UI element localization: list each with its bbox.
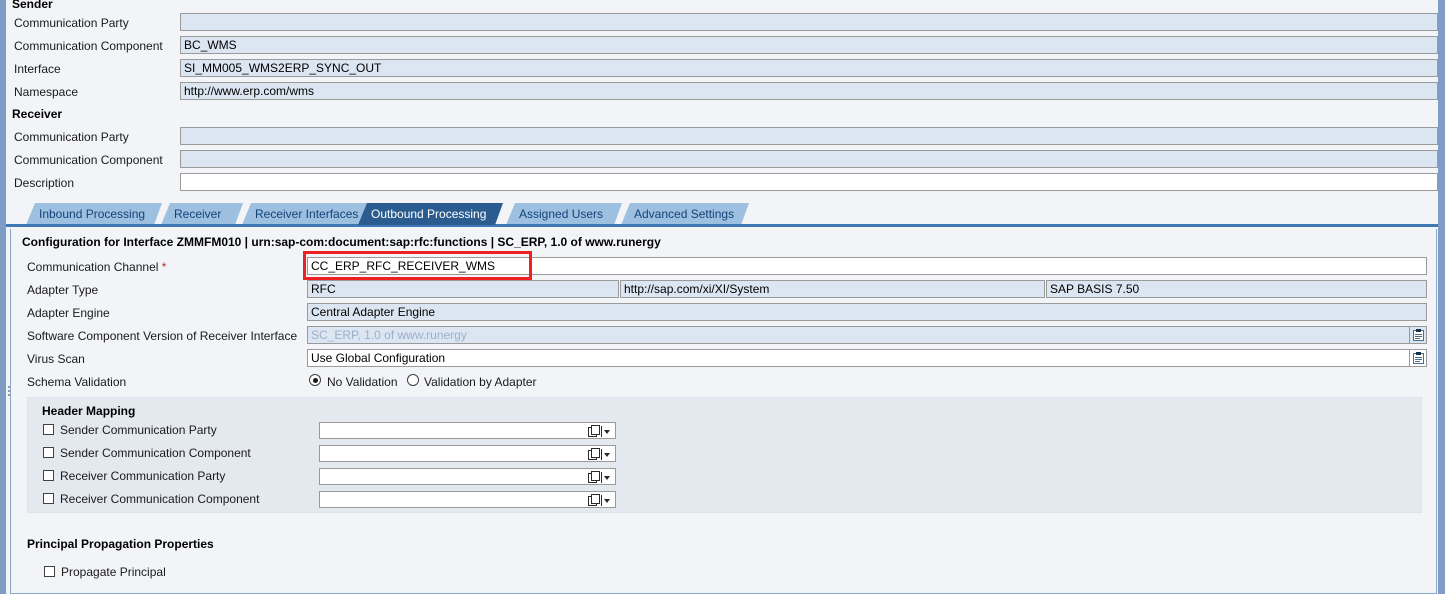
checkbox-sender-communication-component-label: Sender Communication Component xyxy=(60,446,251,460)
radio-no-validation-label: No Validation xyxy=(327,375,398,389)
sender-communication-component-field[interactable]: BC_WMS xyxy=(180,36,1438,54)
sender-heading: Sender xyxy=(12,0,53,11)
virus-scan-label: Virus Scan xyxy=(27,352,85,366)
principal-propagation-title: Principal Propagation Properties xyxy=(27,537,214,551)
receiver-communication-party-label: Communication Party xyxy=(14,130,129,144)
tab-inbound-processing[interactable]: Inbound Processing xyxy=(26,203,162,225)
communication-channel-label-text: Communication Channel xyxy=(27,260,159,274)
sender-namespace-label: Namespace xyxy=(14,85,79,99)
receiver-communication-component-label: Communication Component xyxy=(14,153,163,167)
required-marker: * xyxy=(161,260,167,274)
sender-interface-field[interactable]: SI_MM005_WMS2ERP_SYNC_OUT xyxy=(180,59,1438,77)
configuration-title: Configuration for Interface ZMMFM010 | u… xyxy=(22,235,661,249)
receiver-communication-component-field[interactable] xyxy=(180,150,1438,168)
software-component-version-picker-button[interactable] xyxy=(1410,326,1427,344)
sender-communication-party-mapping-field[interactable] xyxy=(319,422,616,439)
adapter-type-namespace-field[interactable]: http://sap.com/xi/XI/System xyxy=(620,280,1045,298)
receiver-communication-party-mapping-field[interactable] xyxy=(319,468,616,485)
sender-communication-component-label: Communication Component xyxy=(14,39,163,53)
radio-no-validation[interactable] xyxy=(309,374,321,386)
sender-communication-party-label: Communication Party xyxy=(14,16,129,30)
clipboard-icon xyxy=(1412,352,1424,364)
checkbox-receiver-communication-component-label: Receiver Communication Component xyxy=(60,492,260,506)
header-mapping-section: Header Mapping Sender Communication Part… xyxy=(27,397,1422,513)
radio-validation-by-adapter-label: Validation by Adapter xyxy=(424,375,537,389)
value-help-icon[interactable] xyxy=(588,425,612,438)
tab-receiver[interactable]: Receiver xyxy=(161,203,243,225)
checkbox-sender-communication-party[interactable] xyxy=(43,424,54,435)
receiver-description-label: Description xyxy=(14,176,75,190)
right-rail xyxy=(1438,0,1445,594)
clipboard-icon xyxy=(1412,329,1424,341)
tab-assigned-users[interactable]: Assigned Users xyxy=(506,203,622,225)
virus-scan-picker-button[interactable] xyxy=(1410,349,1427,367)
adapter-type-swcv-field[interactable]: SAP BASIS 7.50 xyxy=(1046,280,1427,298)
value-help-icon[interactable] xyxy=(588,494,612,507)
adapter-type-label: Adapter Type xyxy=(27,283,99,297)
schema-validation-label: Schema Validation xyxy=(27,375,127,389)
sender-communication-party-field[interactable] xyxy=(180,13,1438,31)
sender-namespace-field[interactable]: http://www.erp.com/wms xyxy=(180,82,1438,100)
software-component-version-field: SC_ERP, 1.0 of www.runergy xyxy=(307,326,1410,344)
receiver-communication-party-field[interactable] xyxy=(180,127,1438,145)
sender-receiver-section: Sender Communication Party Communication… xyxy=(6,0,1438,199)
adapter-type-field[interactable]: RFC xyxy=(307,280,619,298)
tab-outbound-processing[interactable]: Outbound Processing xyxy=(358,203,503,225)
checkbox-receiver-communication-component[interactable] xyxy=(43,493,54,504)
tab-strip: Inbound Processing Receiver Receiver Int… xyxy=(6,199,1438,227)
checkbox-receiver-communication-party-label: Receiver Communication Party xyxy=(60,469,226,483)
receiver-communication-component-mapping-field[interactable] xyxy=(319,491,616,508)
tab-advanced-settings[interactable]: Advanced Settings xyxy=(621,203,749,225)
header-mapping-title: Header Mapping xyxy=(42,404,136,418)
sap-pi-integration-directory-screen: Sender Communication Party Communication… xyxy=(0,0,1445,594)
adapter-engine-field[interactable]: Central Adapter Engine xyxy=(307,303,1427,321)
tab-strip-underline xyxy=(6,224,1438,227)
receiver-description-field[interactable] xyxy=(180,173,1438,191)
sender-interface-label: Interface xyxy=(14,62,61,76)
checkbox-receiver-communication-party[interactable] xyxy=(43,470,54,481)
checkbox-propagate-principal[interactable] xyxy=(44,566,55,577)
communication-channel-label: Communication Channel * xyxy=(27,260,166,274)
value-help-icon[interactable] xyxy=(588,448,612,461)
value-help-icon[interactable] xyxy=(588,471,612,484)
outbound-processing-panel: Configuration for Interface ZMMFM010 | u… xyxy=(10,229,1437,594)
radio-validation-by-adapter[interactable] xyxy=(407,374,419,386)
virus-scan-field[interactable]: Use Global Configuration xyxy=(307,349,1410,367)
sender-communication-component-mapping-field[interactable] xyxy=(319,445,616,462)
checkbox-sender-communication-party-label: Sender Communication Party xyxy=(60,423,217,437)
communication-channel-field[interactable]: CC_ERP_RFC_RECEIVER_WMS xyxy=(307,257,1427,275)
tab-receiver-interfaces[interactable]: Receiver Interfaces xyxy=(242,203,379,225)
software-component-version-label: Software Component Version of Receiver I… xyxy=(27,329,298,343)
checkbox-propagate-principal-label: Propagate Principal xyxy=(61,565,166,579)
receiver-heading: Receiver xyxy=(12,107,63,121)
checkbox-sender-communication-component[interactable] xyxy=(43,447,54,458)
adapter-engine-label: Adapter Engine xyxy=(27,306,110,320)
